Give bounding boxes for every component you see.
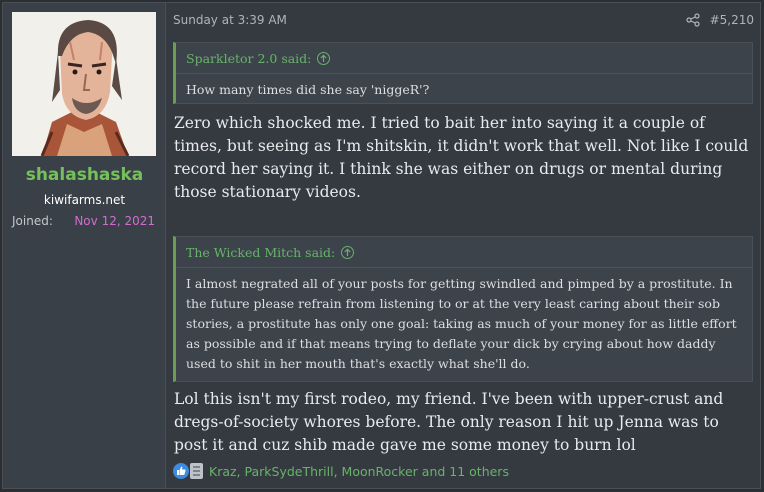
arrow-up-circle-icon[interactable] <box>341 246 355 259</box>
post-main: Sunday at 3:39 AM #5,210 Sparkletor 2.0 … <box>171 3 760 488</box>
post-date-link[interactable]: Sunday at 3:39 AM <box>173 13 287 27</box>
avatar[interactable] <box>12 12 156 156</box>
joined-date: Nov 12, 2021 <box>74 214 155 228</box>
message-text: Zero which shocked me. I tried to bait h… <box>174 114 749 201</box>
quote-block: Sparkletor 2.0 said: How many times did … <box>173 42 753 104</box>
quote-header[interactable]: The Wicked Mitch said: <box>176 237 752 268</box>
post-container: shalashaska kiwifarms.net Joined: Nov 12… <box>2 2 761 489</box>
reactions-bar: Kraz, ParkSydeThrill, MoonRocker and 11 … <box>173 463 509 479</box>
message-text: Lol this isn't my first rodeo, my friend… <box>174 390 724 454</box>
user-info-panel: shalashaska kiwifarms.net Joined: Nov 12… <box>3 3 166 488</box>
post-number-link[interactable]: #5,210 <box>710 13 754 27</box>
quote-author[interactable]: The Wicked Mitch said: <box>186 245 335 260</box>
quote-text: How many times did she say 'niggeR'? <box>186 82 430 97</box>
joined-label: Joined: <box>12 214 53 228</box>
user-title: kiwifarms.net <box>43 193 126 207</box>
reaction-users-link[interactable]: Kraz, ParkSydeThrill, MoonRocker and 11 … <box>209 464 509 479</box>
quote-header[interactable]: Sparkletor 2.0 said: <box>176 43 752 74</box>
arrow-up-circle-icon[interactable] <box>317 52 331 65</box>
username-link[interactable]: shalashaska <box>3 165 166 185</box>
share-icon[interactable] <box>686 13 700 27</box>
reaction-icon <box>190 463 203 479</box>
like-icon <box>173 463 189 479</box>
reaction-icons[interactable] <box>173 463 203 479</box>
quote-block: The Wicked Mitch said: I almost negrated… <box>173 236 753 382</box>
quote-text: I almost negrated all of your posts for … <box>186 276 737 371</box>
quote-author[interactable]: Sparkletor 2.0 said: <box>186 51 311 66</box>
